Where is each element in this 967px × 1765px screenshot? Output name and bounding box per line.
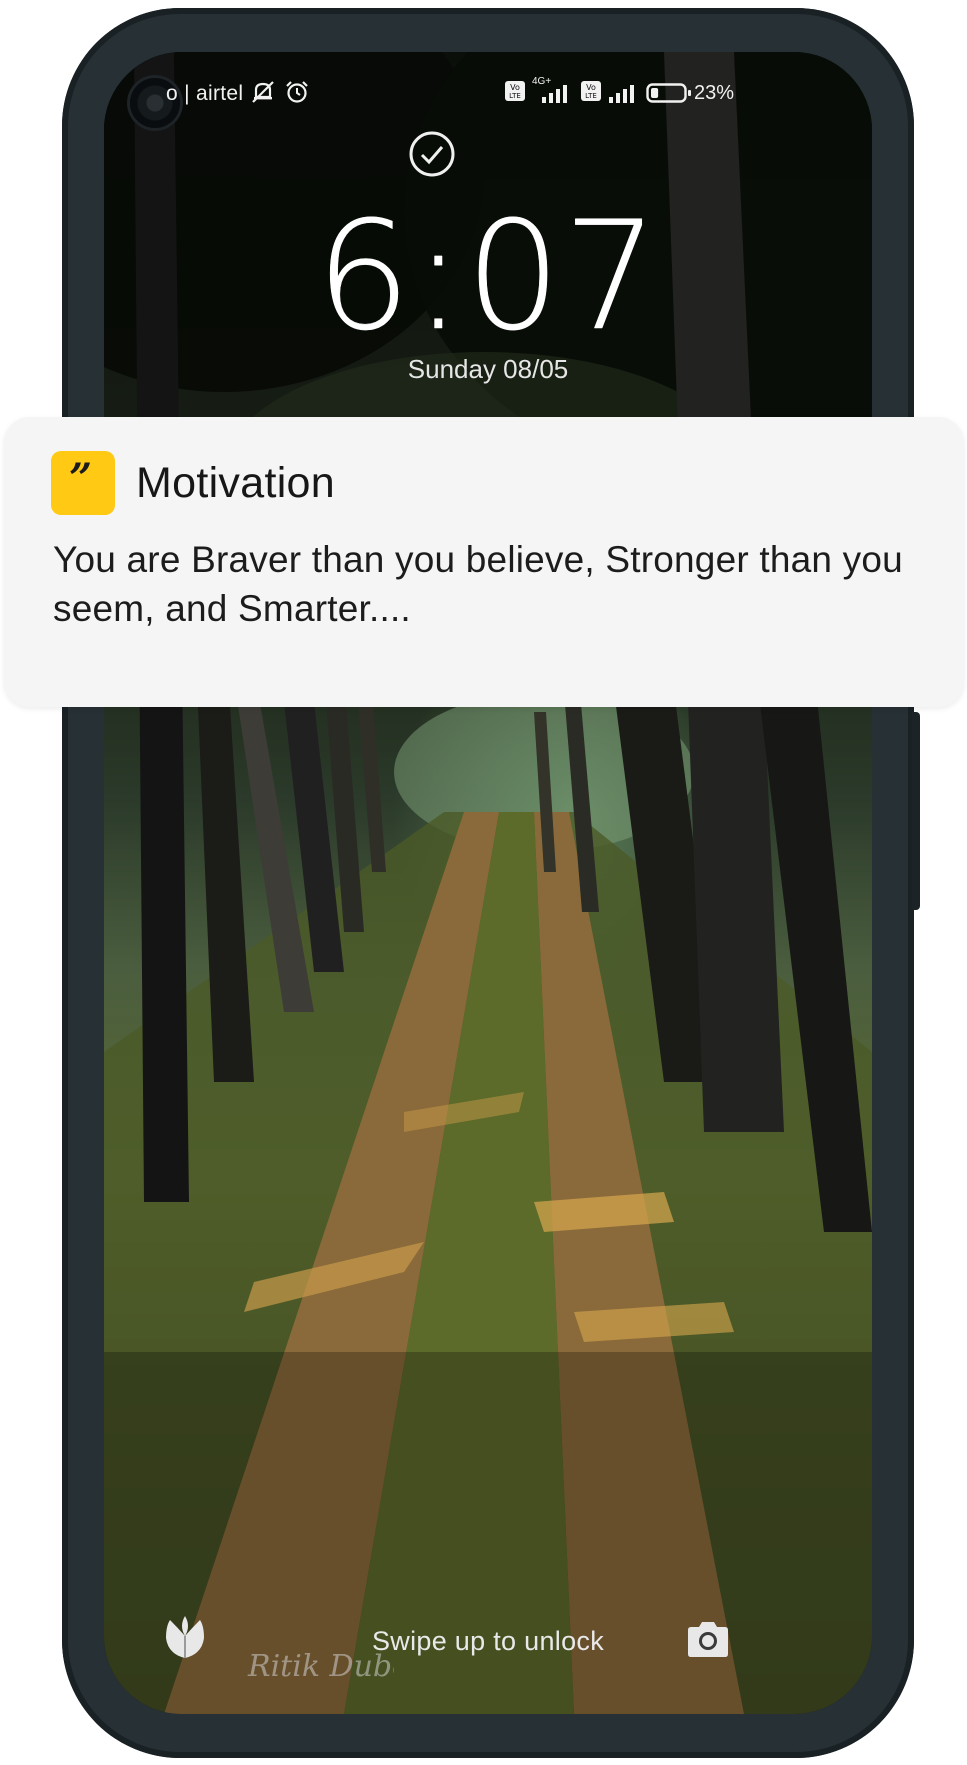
side-button bbox=[912, 712, 920, 910]
notification-card[interactable]: ” Motivation You are Braver than you bel… bbox=[4, 417, 964, 707]
svg-text:LTE: LTE bbox=[585, 92, 597, 100]
signal-icon bbox=[542, 85, 567, 103]
check-circle-icon bbox=[409, 131, 455, 177]
battery-icon bbox=[646, 83, 691, 103]
lock-clock: 6:07 bbox=[315, 190, 661, 364]
svg-text:Vo: Vo bbox=[510, 83, 520, 92]
lock-date: Sunday 08/05 bbox=[407, 354, 569, 384]
svg-text:Vo: Vo bbox=[586, 83, 596, 92]
mute-notifications-icon bbox=[252, 81, 274, 103]
photographer-watermark: Ritik Dube bbox=[247, 1649, 394, 1684]
lock-screen[interactable]: o | airtel Vo LTE 4G+ Vo LTE 23% 6:07 Su… bbox=[104, 52, 872, 1714]
carrier-name: o | airtel bbox=[166, 82, 244, 105]
alarm-icon bbox=[286, 81, 308, 103]
signal-icon-2 bbox=[609, 85, 634, 103]
volte-icon-2: Vo LTE bbox=[581, 81, 601, 101]
watermark-text: Ritik Dube bbox=[247, 1649, 394, 1684]
swipe-up-hint: Swipe up to unlock bbox=[371, 1626, 605, 1656]
volte-icon: Vo LTE bbox=[505, 81, 525, 101]
status-bar: o | airtel Vo LTE 4G+ Vo LTE 23% bbox=[104, 70, 872, 110]
notification-app-name: Motivation bbox=[136, 459, 335, 507]
quote-icon: ” bbox=[51, 451, 115, 515]
battery-percent: 23% bbox=[694, 82, 735, 104]
camera-icon[interactable] bbox=[684, 1618, 732, 1660]
notification-message: You are Braver than you believe, Stronge… bbox=[53, 539, 903, 629]
quote-glyph: ” bbox=[69, 455, 93, 502]
svg-text:LTE: LTE bbox=[509, 92, 521, 100]
